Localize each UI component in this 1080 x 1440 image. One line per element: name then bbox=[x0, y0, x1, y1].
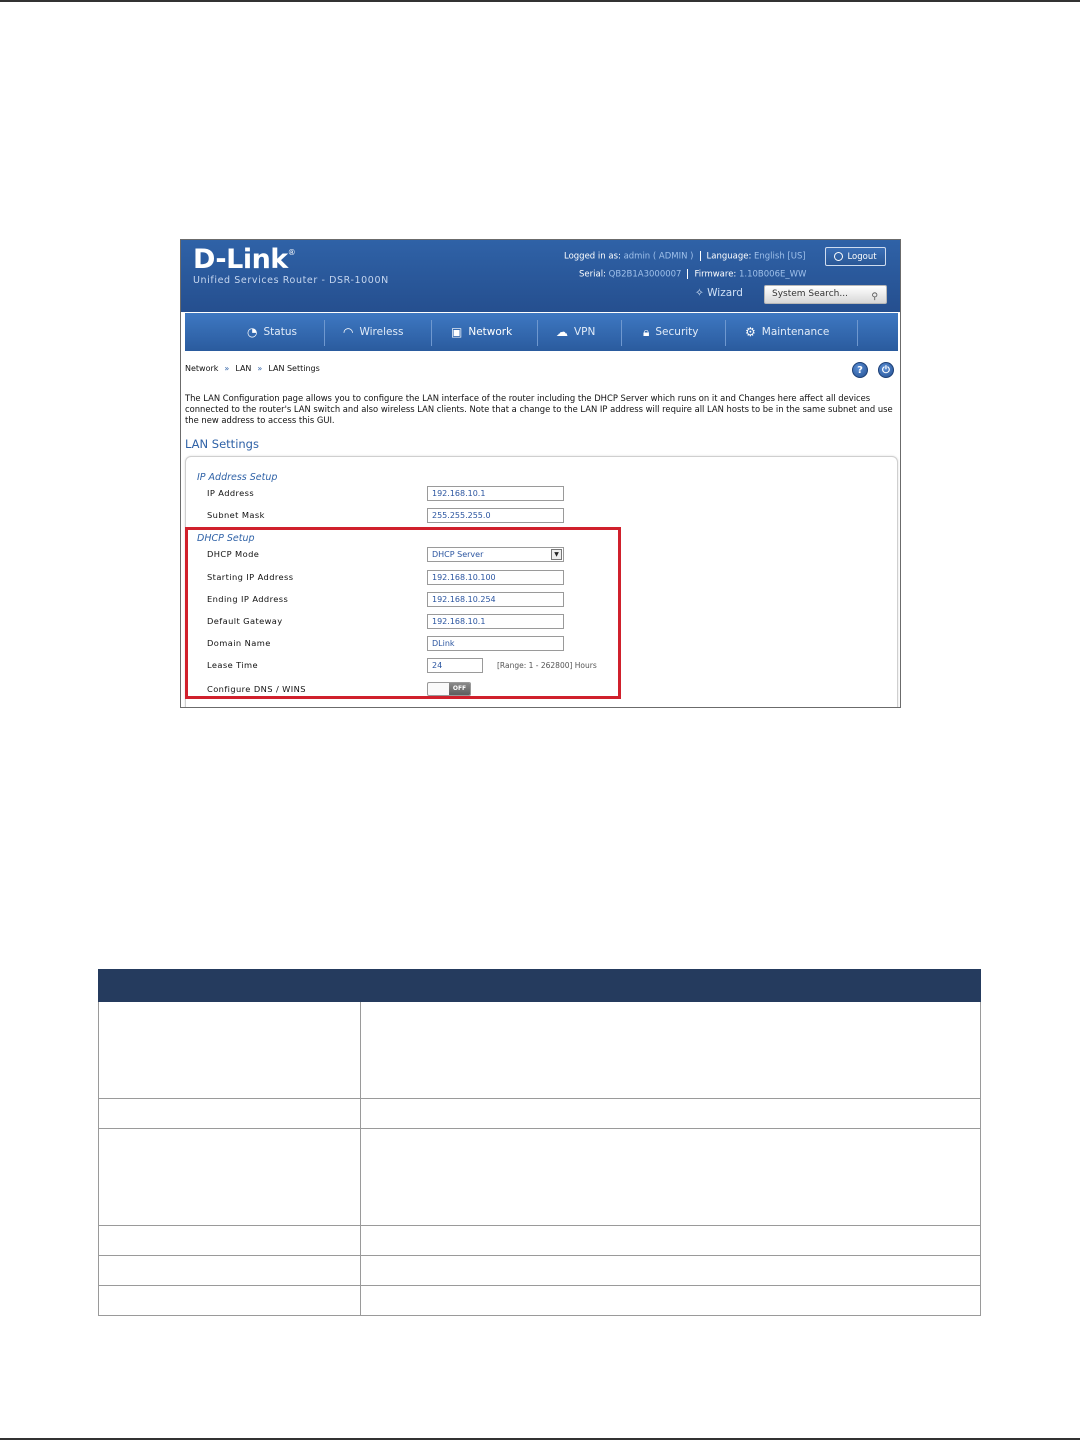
table-cell bbox=[360, 1225, 981, 1256]
subnet-mask-input[interactable]: 255.255.255.0 bbox=[427, 508, 564, 523]
tab-wireless[interactable]: ◠ Wireless bbox=[343, 313, 403, 351]
tab-status[interactable]: ◔ Status bbox=[247, 313, 297, 351]
breadcrumb-lan-settings: LAN Settings bbox=[268, 364, 320, 373]
table-cell bbox=[98, 1225, 361, 1256]
tab-security[interactable]: 🔒︎ Security bbox=[643, 313, 699, 351]
intro-text: The LAN Configuration page allows you to… bbox=[185, 393, 893, 425]
gear-icon: ⚙ bbox=[745, 325, 756, 339]
settings-description-table bbox=[98, 969, 981, 1316]
product-name: Unified Services Router - DSR-1000N bbox=[193, 275, 389, 286]
table-row bbox=[98, 1001, 981, 1099]
table-row bbox=[98, 1255, 981, 1286]
wizard-link[interactable]: ✧ Wizard bbox=[695, 287, 743, 299]
monitor-icon: ▣ bbox=[451, 325, 463, 339]
ip-address-input[interactable]: 192.168.10.1 bbox=[427, 486, 564, 501]
dhcp-highlight-box bbox=[185, 527, 621, 699]
table-header-row bbox=[98, 969, 981, 1002]
tab-maintenance[interactable]: ⚙ Maintenance bbox=[745, 313, 829, 351]
lock-icon: 🔒︎ bbox=[643, 324, 650, 339]
table-cell bbox=[98, 1001, 361, 1099]
login-info: Logged in as: admin ( ADMIN ) Language: E… bbox=[564, 251, 806, 262]
system-search-input[interactable]: System Search... ⚲ bbox=[764, 285, 887, 304]
table-row bbox=[98, 1225, 981, 1256]
gauge-icon: ◔ bbox=[247, 325, 258, 339]
language-link[interactable]: English [US] bbox=[754, 252, 806, 262]
page-top-rule bbox=[0, 0, 1080, 2]
breadcrumb-lan[interactable]: LAN bbox=[235, 364, 251, 373]
table-cell bbox=[360, 1255, 981, 1286]
router-header: D-Link® Unified Services Router - DSR-10… bbox=[181, 240, 900, 312]
table-cell bbox=[360, 1128, 981, 1226]
table-row bbox=[98, 1128, 981, 1226]
main-nav: ◔ Status ◠ Wireless ▣ Network ☁ VPN 🔒︎ Securi… bbox=[185, 313, 898, 351]
power-icon bbox=[834, 252, 844, 261]
logout-icon[interactable]: ⏻ bbox=[878, 362, 894, 378]
table-header-cell bbox=[360, 969, 981, 1002]
breadcrumb: Network» LAN» LAN Settings bbox=[185, 364, 320, 373]
device-info: Serial: QB2B1A3000007 Firmware: 1.10B006E… bbox=[579, 269, 807, 280]
table-row bbox=[98, 1098, 981, 1129]
cloud-icon: ☁ bbox=[556, 325, 568, 339]
table-cell bbox=[98, 1128, 361, 1226]
wand-icon: ✧ bbox=[695, 287, 704, 299]
wifi-icon: ◠ bbox=[343, 325, 354, 339]
search-icon: ⚲ bbox=[871, 292, 878, 302]
ip-address-label: IP Address bbox=[207, 488, 255, 498]
subnet-mask-label: Subnet Mask bbox=[207, 510, 265, 520]
breadcrumb-network[interactable]: Network bbox=[185, 364, 218, 373]
tab-network[interactable]: ▣ Network bbox=[451, 313, 512, 351]
table-header-cell bbox=[98, 969, 361, 1002]
logged-in-user: admin ( ADMIN ) bbox=[623, 251, 694, 262]
tab-vpn[interactable]: ☁ VPN bbox=[556, 313, 595, 351]
table-cell bbox=[360, 1098, 981, 1129]
table-cell bbox=[98, 1098, 361, 1129]
page-title: LAN Settings bbox=[185, 437, 259, 451]
table-cell bbox=[360, 1285, 981, 1316]
table-cell bbox=[98, 1255, 361, 1286]
dlink-logo: D-Link® bbox=[193, 244, 296, 275]
table-cell bbox=[360, 1001, 981, 1099]
ip-setup-title: IP Address Setup bbox=[197, 472, 278, 483]
table-row bbox=[98, 1285, 981, 1316]
logout-button[interactable]: Logout bbox=[825, 247, 886, 266]
table-cell bbox=[98, 1285, 361, 1316]
help-icon[interactable]: ? bbox=[852, 362, 868, 378]
